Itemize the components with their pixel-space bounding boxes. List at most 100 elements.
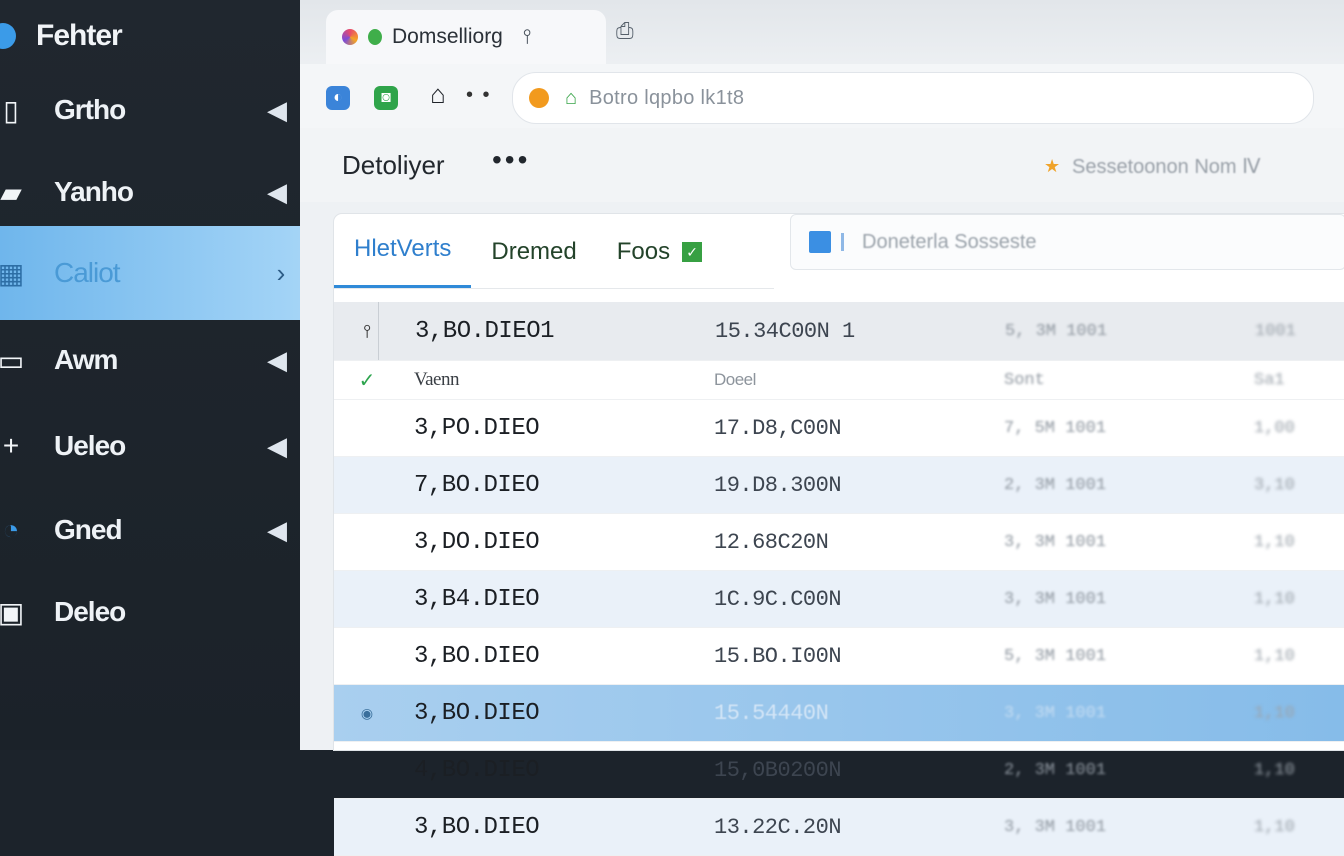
table-row[interactable]: 3,DO.DIEO 12.68C20N 3, 3M 1001 1,10 bbox=[334, 514, 1344, 571]
table-row-selected[interactable]: ◉ 3,BO.DIEO 15.54440N 3, 3M 1001 1,10 bbox=[334, 685, 1344, 742]
table-cell: 15,0B0200N bbox=[714, 757, 842, 783]
table-cell: 4,BO.DIEO bbox=[414, 756, 540, 784]
tab-title: Domselliorg bbox=[392, 25, 503, 48]
search-icon bbox=[809, 231, 831, 253]
search-placeholder: Doneterla Sosseste bbox=[862, 230, 1037, 253]
tab-label: Foos bbox=[616, 238, 671, 265]
row-checkbox[interactable] bbox=[356, 457, 378, 513]
check-badge-icon: ✓ bbox=[682, 242, 703, 262]
table-row[interactable]: 3,B4.DIEO 1C.9C.C00N 3, 3M 1001 1,10 bbox=[334, 571, 1344, 628]
table-cell: 2, 3M 1001 bbox=[1004, 475, 1107, 495]
chevron-right-icon[interactable]: › bbox=[268, 258, 294, 288]
more-options-icon[interactable]: ••• bbox=[492, 144, 530, 176]
sidebar-item-caliot[interactable]: ▦ Caliot › bbox=[0, 226, 318, 320]
collapse-icon[interactable]: ◀ bbox=[264, 345, 290, 375]
subheader-cell: Sont bbox=[1004, 370, 1045, 390]
table-row[interactable]: 4,BO.DIEO 15,0B0200N 2, 3M 1001 1,10 bbox=[334, 742, 1344, 799]
subheader-cell: Sa1 bbox=[1254, 370, 1285, 390]
collapse-icon[interactable]: ◀ bbox=[264, 431, 290, 461]
row-checkbox[interactable] bbox=[356, 571, 378, 627]
home-icon: ⌂ bbox=[565, 86, 578, 109]
text-cursor bbox=[841, 233, 844, 251]
table-cell: 1,00 bbox=[1254, 418, 1295, 438]
table-cell: 3,10 bbox=[1254, 475, 1295, 495]
row-checkbox[interactable] bbox=[356, 400, 378, 456]
window-icon: ▭ bbox=[0, 344, 25, 376]
lock-icon: ▣ bbox=[0, 596, 25, 628]
table-cell: 3, 3M 1001 bbox=[1004, 589, 1107, 609]
sidebar-item-gned[interactable]: ◔ Gned ◀ bbox=[0, 488, 300, 572]
table-cell: 5, 3M 1001 bbox=[1004, 646, 1107, 666]
row-checkbox[interactable] bbox=[356, 799, 378, 855]
new-tab-icon[interactable]: ⎙ bbox=[616, 18, 634, 44]
sidebar-item-grtho[interactable]: ▯ Grtho ◀ bbox=[0, 68, 300, 152]
collapse-icon[interactable]: ◀ bbox=[264, 177, 290, 207]
header-cell[interactable]: 5, 3M 1001 bbox=[1005, 322, 1255, 341]
table-row[interactable]: 3,BO.DIEO 13.22C.20N 3, 3M 1001 1,10 bbox=[334, 799, 1344, 856]
sidebar-item-yanho[interactable]: ▰ Yanho ◀ bbox=[0, 150, 300, 234]
header-cell[interactable]: 15.34C00N 1 bbox=[715, 319, 1005, 344]
grid-icon: ▦ bbox=[0, 257, 25, 289]
sidebar-item-label: Ueleo bbox=[54, 430, 126, 461]
collapse-icon[interactable]: ◀ bbox=[264, 515, 290, 545]
sidebar-item-label: Deleo bbox=[54, 596, 126, 627]
sidebar-item-label: Yanho bbox=[54, 176, 134, 207]
browser-toolbar: ◐ ◙ ⌂ • • ⌂ Botro lqpbo lk1t8 bbox=[300, 64, 1344, 129]
sidebar-item-deleo[interactable]: ▣ Deleo bbox=[0, 570, 300, 654]
table-cell: 1,10 bbox=[1254, 532, 1295, 552]
content-tabs: HletVerts Dremed Foos ✓ bbox=[334, 214, 774, 289]
collapse-icon[interactable]: ◀ bbox=[264, 95, 290, 125]
sort-icon[interactable]: ⫯ bbox=[356, 302, 379, 360]
row-checkbox[interactable] bbox=[356, 514, 378, 570]
table-cell: 1,10 bbox=[1254, 646, 1295, 666]
table-cell: 3, 3M 1001 bbox=[1004, 817, 1107, 837]
home-icon[interactable]: ⌂ bbox=[426, 79, 450, 109]
table-row[interactable]: 3,BO.DIEO 15.BO.I00N 5, 3M 1001 1,10 bbox=[334, 628, 1344, 685]
folder-icon: ▰ bbox=[0, 176, 22, 208]
browser-tab[interactable]: Domselliorg ⫯ bbox=[326, 10, 606, 64]
page-header: Detoliyer ••• ★ Sessetoonon Nom Ⅳ bbox=[300, 128, 1344, 202]
sidebar-item-label: Caliot bbox=[54, 257, 121, 288]
header-cell[interactable]: 3,BO.DIEO1 bbox=[415, 318, 715, 345]
header-cell[interactable]: 1001 bbox=[1255, 322, 1335, 341]
tab-dremed[interactable]: Dremed bbox=[471, 216, 596, 288]
more-icon[interactable]: • • bbox=[466, 84, 492, 107]
sidebar-item-ueleo[interactable]: + Ueleo ◀ bbox=[0, 404, 300, 488]
table-cell: 15.BO.I00N bbox=[714, 643, 842, 669]
table-cell: 1C.9C.C00N bbox=[714, 586, 842, 612]
subheader-cell: Vaenn bbox=[414, 369, 459, 390]
table-cell: 13.22C.20N bbox=[714, 814, 842, 840]
table-cell: 3,B4.DIEO bbox=[414, 585, 540, 613]
search-input[interactable]: Doneterla Sosseste bbox=[790, 214, 1344, 270]
extension-icon[interactable]: ◙ bbox=[374, 86, 398, 110]
bookmark-label[interactable]: Sessetoonon Nom Ⅳ bbox=[1072, 154, 1261, 179]
star-icon[interactable]: ★ bbox=[1044, 156, 1060, 177]
data-table: ⫯ 3,BO.DIEO1 15.34C00N 1 5, 3M 1001 1001… bbox=[334, 302, 1344, 856]
leaf-favicon-icon bbox=[368, 29, 382, 45]
tab-foos[interactable]: Foos ✓ bbox=[597, 216, 722, 288]
selected-radio-icon[interactable]: ◉ bbox=[356, 685, 378, 741]
tab-hletverts[interactable]: HletVerts bbox=[334, 213, 472, 288]
checkmark-icon[interactable]: ✓ bbox=[356, 361, 378, 399]
sidebar-item-label: Gned bbox=[54, 514, 123, 545]
user-icon: ◔ bbox=[2, 514, 20, 545]
table-row[interactable]: 7,BO.DIEO 19.D8.300N 2, 3M 1001 3,10 bbox=[334, 457, 1344, 514]
extension-icon[interactable]: ◐ bbox=[326, 86, 350, 110]
page-title: Detoliyer bbox=[342, 150, 445, 180]
pin-icon[interactable]: ⫯ bbox=[523, 26, 532, 49]
address-bar[interactable]: ⌂ Botro lqpbo lk1t8 bbox=[512, 72, 1314, 124]
row-checkbox[interactable] bbox=[356, 628, 378, 684]
sidebar-item-awm[interactable]: ▭ Awm ◀ bbox=[0, 318, 300, 402]
row-checkbox[interactable] bbox=[356, 742, 378, 798]
table-cell: 1,10 bbox=[1254, 760, 1295, 780]
sidebar-brand[interactable]: Fehter bbox=[0, 8, 300, 64]
table-header-row: ⫯ 3,BO.DIEO1 15.34C00N 1 5, 3M 1001 1001 bbox=[334, 302, 1344, 361]
table-cell: 7, 5M 1001 bbox=[1004, 418, 1107, 438]
url-text[interactable]: Botro lqpbo lk1t8 bbox=[589, 87, 744, 110]
table-cell: 15.54440N bbox=[714, 700, 829, 726]
table-row[interactable]: 3,PO.DIEO 17.D8,C00N 7, 5M 1001 1,00 bbox=[334, 400, 1344, 457]
table-cell: 3, 3M 1001 bbox=[1004, 703, 1107, 723]
table-cell: 3,PO.DIEO bbox=[414, 414, 540, 442]
brand-label: Fehter bbox=[36, 19, 123, 52]
table-cell: 3,BO.DIEO bbox=[414, 813, 540, 841]
